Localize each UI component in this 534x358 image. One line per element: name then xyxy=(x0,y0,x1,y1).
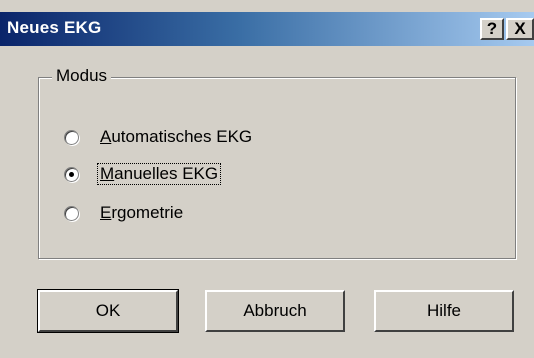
title-bar[interactable]: Neues EKG ? X xyxy=(0,12,534,46)
close-icon[interactable]: X xyxy=(506,18,534,40)
radio-dot-icon xyxy=(69,171,74,177)
ok-button[interactable]: OK xyxy=(37,289,179,333)
mode-groupbox-label: Modus xyxy=(52,66,112,86)
radio-ergometrie[interactable]: Ergometrie xyxy=(64,200,185,226)
dialog-title: Neues EKG xyxy=(7,18,102,37)
help-question-icon[interactable]: ? xyxy=(480,18,504,40)
cancel-button[interactable]: Abbruch xyxy=(205,290,345,332)
radio-label-ergometrie[interactable]: Ergometrie xyxy=(98,203,185,223)
radio-button-selected-icon[interactable] xyxy=(64,166,79,182)
radio-label-automatisches-ekg[interactable]: Automatisches EKG xyxy=(98,127,254,147)
radio-manuelles-ekg[interactable]: Manuelles EKG xyxy=(64,161,222,187)
radio-label-manuelles-ekg[interactable]: Manuelles EKG xyxy=(96,163,222,185)
radio-button-icon[interactable] xyxy=(64,129,79,145)
radio-automatisches-ekg[interactable]: Automatisches EKG xyxy=(64,124,254,150)
dialog-window: Neues EKG ? X Modus Automatisches EKG Ma… xyxy=(0,0,534,358)
radio-button-icon[interactable] xyxy=(64,205,79,221)
help-button[interactable]: Hilfe xyxy=(374,290,514,332)
